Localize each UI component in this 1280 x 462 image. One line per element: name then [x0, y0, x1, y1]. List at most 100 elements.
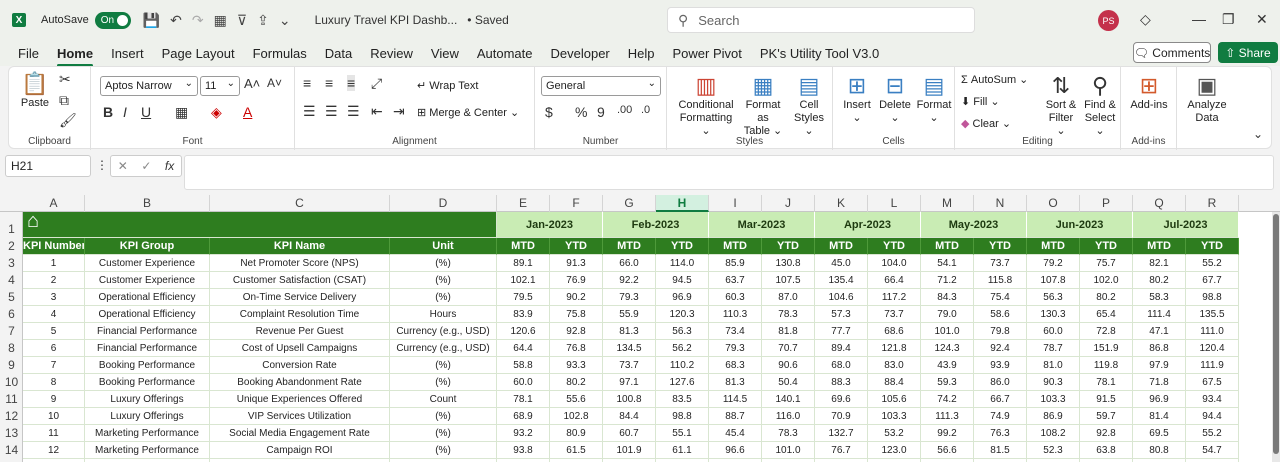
table-cell[interactable]: 97.9	[1133, 357, 1186, 374]
table-cell[interactable]: 8	[23, 374, 85, 391]
menu-help[interactable]: Help	[628, 46, 655, 61]
row-header-10[interactable]: 10	[0, 374, 23, 391]
kpi-name-header[interactable]: KPI Name	[210, 238, 390, 255]
filter-icon[interactable]: ⊽	[237, 12, 247, 29]
row-header-7[interactable]: 7	[0, 323, 23, 340]
save-icon[interactable]: 💾	[143, 12, 160, 29]
table-cell[interactable]: 60.0	[497, 374, 550, 391]
row-header-11[interactable]: 11	[0, 391, 23, 408]
kpi-name-cell[interactable]: On-Time Service Delivery	[210, 289, 390, 306]
table-cell[interactable]: 73.7	[974, 255, 1027, 272]
table-cell[interactable]: 58.8	[497, 357, 550, 374]
formula-input[interactable]	[184, 155, 1274, 190]
table-cell[interactable]: 80.2	[550, 374, 603, 391]
table-cell[interactable]: 79.8	[974, 323, 1027, 340]
table-cell[interactable]: 56.3	[1027, 289, 1080, 306]
menu-automate[interactable]: Automate	[477, 46, 533, 61]
table-cell[interactable]: 79.5	[497, 289, 550, 306]
table-cell[interactable]: 130.8	[762, 255, 815, 272]
table-cell[interactable]: 88.7	[709, 408, 762, 425]
row-header-14[interactable]: 14	[0, 442, 23, 459]
table-cell[interactable]: 117.2	[868, 289, 921, 306]
table-cell[interactable]: 114.0	[656, 255, 709, 272]
increase-decimal-icon[interactable]: .00	[617, 104, 632, 116]
table-cell[interactable]: 94.5	[656, 272, 709, 289]
table-cell[interactable]: 75.8	[550, 306, 603, 323]
table-cell[interactable]: 88.3	[815, 374, 868, 391]
document-title[interactable]: Luxury Travel KPI Dashb...	[315, 13, 458, 27]
table-cell[interactable]: 69.5	[1133, 425, 1186, 442]
table-cell[interactable]: 99.2	[921, 425, 974, 442]
month-header[interactable]: Mar-2023	[709, 212, 815, 238]
comma-icon[interactable]: 9	[597, 104, 605, 120]
row-header-8[interactable]: 8	[0, 340, 23, 357]
table-cell[interactable]: 12	[23, 442, 85, 459]
table-cell[interactable]: 76.3	[974, 425, 1027, 442]
table-cell[interactable]: (%)	[390, 255, 497, 272]
month-header[interactable]: Feb-2023	[603, 212, 709, 238]
table-cell[interactable]: 83.9	[497, 306, 550, 323]
row-header-2[interactable]: 2	[0, 238, 23, 255]
table-cell[interactable]: 119.8	[1080, 357, 1133, 374]
table-cell[interactable]: 80.2	[1080, 289, 1133, 306]
table-cell[interactable]: 69.6	[815, 391, 868, 408]
month-header[interactable]: Jun-2023	[1027, 212, 1133, 238]
table-cell[interactable]: 73.7	[868, 306, 921, 323]
table-cell[interactable]: 127.6	[656, 374, 709, 391]
table-cell[interactable]: 81.3	[603, 323, 656, 340]
table-cell[interactable]: 55.6	[550, 391, 603, 408]
mtd-header[interactable]: MTD	[1133, 238, 1186, 255]
table-cell[interactable]: 78.3	[762, 306, 815, 323]
table-cell[interactable]: 79.3	[709, 340, 762, 357]
table-cell[interactable]: 81.0	[1027, 357, 1080, 374]
table-cell[interactable]: 135.5	[1186, 306, 1239, 323]
fill-color-icon[interactable]: ◈	[211, 104, 222, 121]
avatar[interactable]: PS	[1098, 10, 1119, 31]
table-cell[interactable]: 110.3	[709, 306, 762, 323]
table-cell[interactable]: 93.8	[497, 442, 550, 459]
table-cell[interactable]: 93.9	[974, 357, 1027, 374]
diamond-icon[interactable]: ◇	[1140, 11, 1151, 28]
kpi-name-cell[interactable]: Net Promoter Score (NPS)	[210, 255, 390, 272]
table-cell[interactable]: (%)	[390, 272, 497, 289]
table-cell[interactable]: 61.5	[550, 442, 603, 459]
table-cell[interactable]: 84.3	[921, 289, 974, 306]
format-as-table-button[interactable]: ▦ Format as Table ⌄	[739, 73, 787, 138]
menu-home[interactable]: Home	[56, 46, 94, 67]
table-cell[interactable]: 130.3	[1027, 306, 1080, 323]
scroll-thumb[interactable]	[1273, 214, 1279, 454]
column-header-r[interactable]: R	[1186, 195, 1239, 212]
ytd-header[interactable]: YTD	[1080, 238, 1133, 255]
home-icon[interactable]: ⌂	[27, 212, 39, 234]
row-header-5[interactable]: 5	[0, 289, 23, 306]
table-cell[interactable]: 101.0	[762, 442, 815, 459]
table-cell[interactable]: 92.2	[603, 272, 656, 289]
format-painter-icon[interactable]: 🖌	[59, 112, 77, 129]
kpi-name-cell[interactable]: Customer Satisfaction (CSAT)	[210, 272, 390, 289]
table-cell[interactable]: 135.4	[815, 272, 868, 289]
menu-developer[interactable]: Developer	[551, 46, 610, 61]
table-cell[interactable]: 70.7	[762, 340, 815, 357]
table-cell[interactable]: 58.3	[1133, 289, 1186, 306]
table-cell[interactable]: 120.4	[1186, 340, 1239, 357]
menu-insert[interactable]: Insert	[111, 46, 144, 61]
currency-icon[interactable]: $	[545, 104, 553, 120]
more-commands-icon[interactable]: ⌄	[279, 12, 291, 29]
kpi-group-cell[interactable]: Luxury Offerings	[85, 391, 210, 408]
table-cell[interactable]: 7	[23, 357, 85, 374]
table-cell[interactable]: 87.0	[762, 289, 815, 306]
table-cell[interactable]: 81.5	[974, 442, 1027, 459]
minimize-icon[interactable]: —	[1192, 11, 1206, 27]
table-cell[interactable]: 93.3	[550, 357, 603, 374]
table-cell[interactable]: 55.2	[1186, 255, 1239, 272]
ytd-header[interactable]: YTD	[1186, 238, 1239, 255]
column-header-b[interactable]: B	[85, 195, 210, 212]
table-cell[interactable]: 89.1	[497, 255, 550, 272]
increase-font-icon[interactable]: A˄	[244, 76, 260, 91]
table-cell[interactable]: 92.4	[974, 340, 1027, 357]
table-cell[interactable]: 68.9	[497, 408, 550, 425]
table-cell[interactable]: 6	[23, 340, 85, 357]
table-cell[interactable]: 114.5	[709, 391, 762, 408]
table-cell[interactable]: 92.8	[550, 323, 603, 340]
kpi-name-cell[interactable]: Cost of Upsell Campaigns	[210, 340, 390, 357]
